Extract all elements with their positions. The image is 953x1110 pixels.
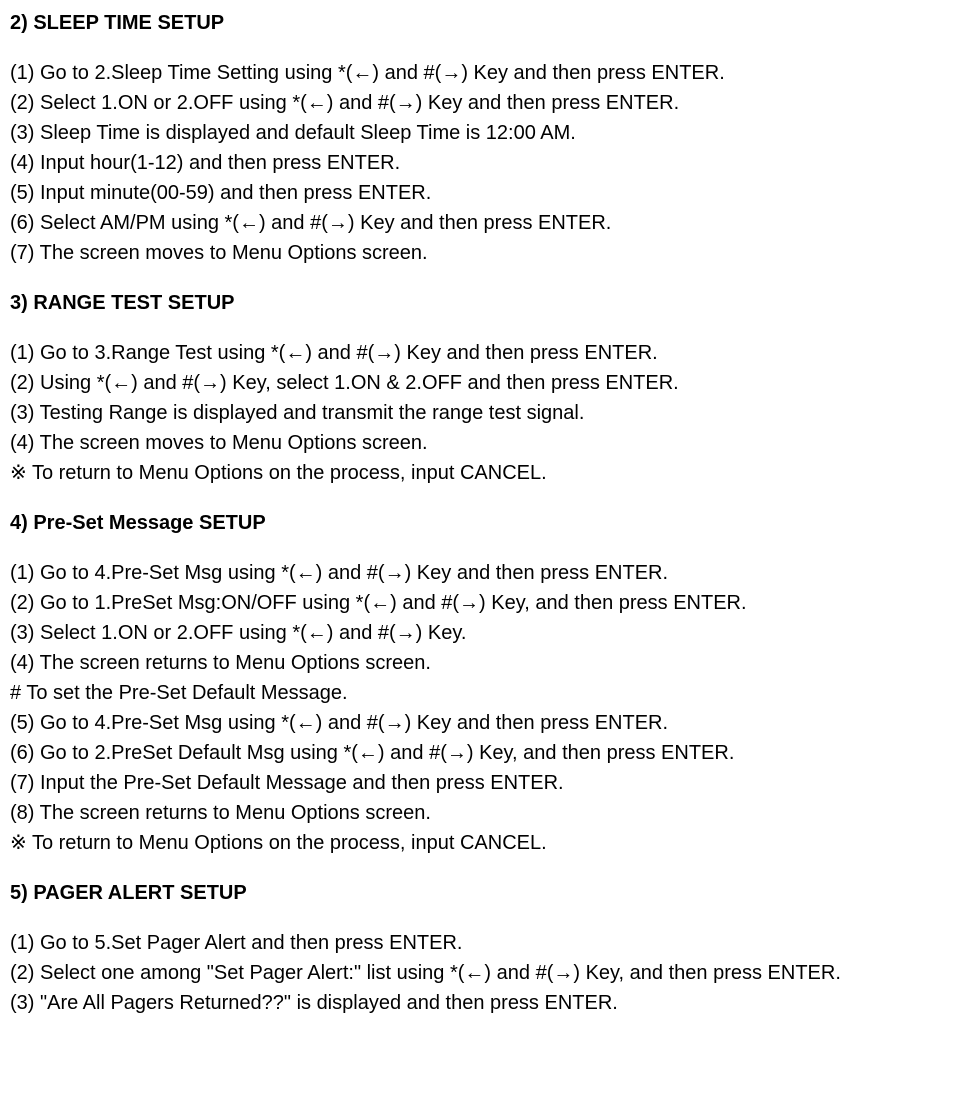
instruction-line: (6) Select AM/PM using *(←) and #(→) Key…	[10, 208, 943, 238]
section-block-range-test: (1) Go to 3.Range Test using *(←) and #(…	[10, 338, 943, 488]
instruction-line: (5) Input minute(00-59) and then press E…	[10, 178, 943, 208]
instruction-line: ※ To return to Menu Options on the proce…	[10, 828, 943, 858]
section-heading-preset-msg: 4) Pre-Set Message SETUP	[10, 508, 943, 538]
instruction-line: (2) Using *(←) and #(→) Key, select 1.ON…	[10, 368, 943, 398]
document-body: 2) SLEEP TIME SETUP (1) Go to 2.Sleep Ti…	[10, 8, 943, 1018]
instruction-line: (8) The screen returns to Menu Options s…	[10, 798, 943, 828]
instruction-line: # To set the Pre-Set Default Message.	[10, 678, 943, 708]
section-heading-sleep-time: 2) SLEEP TIME SETUP	[10, 8, 943, 38]
instruction-line: (1) Go to 5.Set Pager Alert and then pre…	[10, 928, 943, 958]
section-block-sleep-time: (1) Go to 2.Sleep Time Setting using *(←…	[10, 58, 943, 268]
instruction-line: (1) Go to 2.Sleep Time Setting using *(←…	[10, 58, 943, 88]
instruction-line: (1) Go to 3.Range Test using *(←) and #(…	[10, 338, 943, 368]
instruction-line: (2) Go to 1.PreSet Msg:ON/OFF using *(←)…	[10, 588, 943, 618]
instruction-line: (3) Sleep Time is displayed and default …	[10, 118, 943, 148]
section-heading-pager-alert: 5) PAGER ALERT SETUP	[10, 878, 943, 908]
instruction-line: (3) Select 1.ON or 2.OFF using *(←) and …	[10, 618, 943, 648]
instruction-line: (5) Go to 4.Pre-Set Msg using *(←) and #…	[10, 708, 943, 738]
section-heading-range-test: 3) RANGE TEST SETUP	[10, 288, 943, 318]
instruction-line: (6) Go to 2.PreSet Default Msg using *(←…	[10, 738, 943, 768]
section-block-preset-msg: (1) Go to 4.Pre-Set Msg using *(←) and #…	[10, 558, 943, 858]
instruction-line: (3) Testing Range is displayed and trans…	[10, 398, 943, 428]
instruction-line: (4) The screen returns to Menu Options s…	[10, 648, 943, 678]
section-block-pager-alert: (1) Go to 5.Set Pager Alert and then pre…	[10, 928, 943, 1018]
instruction-line: (3) "Are All Pagers Returned??" is displ…	[10, 988, 943, 1018]
instruction-line: (1) Go to 4.Pre-Set Msg using *(←) and #…	[10, 558, 943, 588]
instruction-line: (7) Input the Pre-Set Default Message an…	[10, 768, 943, 798]
instruction-line: (2) Select one among "Set Pager Alert:" …	[10, 958, 943, 988]
instruction-line: (4) The screen moves to Menu Options scr…	[10, 428, 943, 458]
instruction-line: ※ To return to Menu Options on the proce…	[10, 458, 943, 488]
instruction-line: (7) The screen moves to Menu Options scr…	[10, 238, 943, 268]
instruction-line: (4) Input hour(1-12) and then press ENTE…	[10, 148, 943, 178]
instruction-line: (2) Select 1.ON or 2.OFF using *(←) and …	[10, 88, 943, 118]
